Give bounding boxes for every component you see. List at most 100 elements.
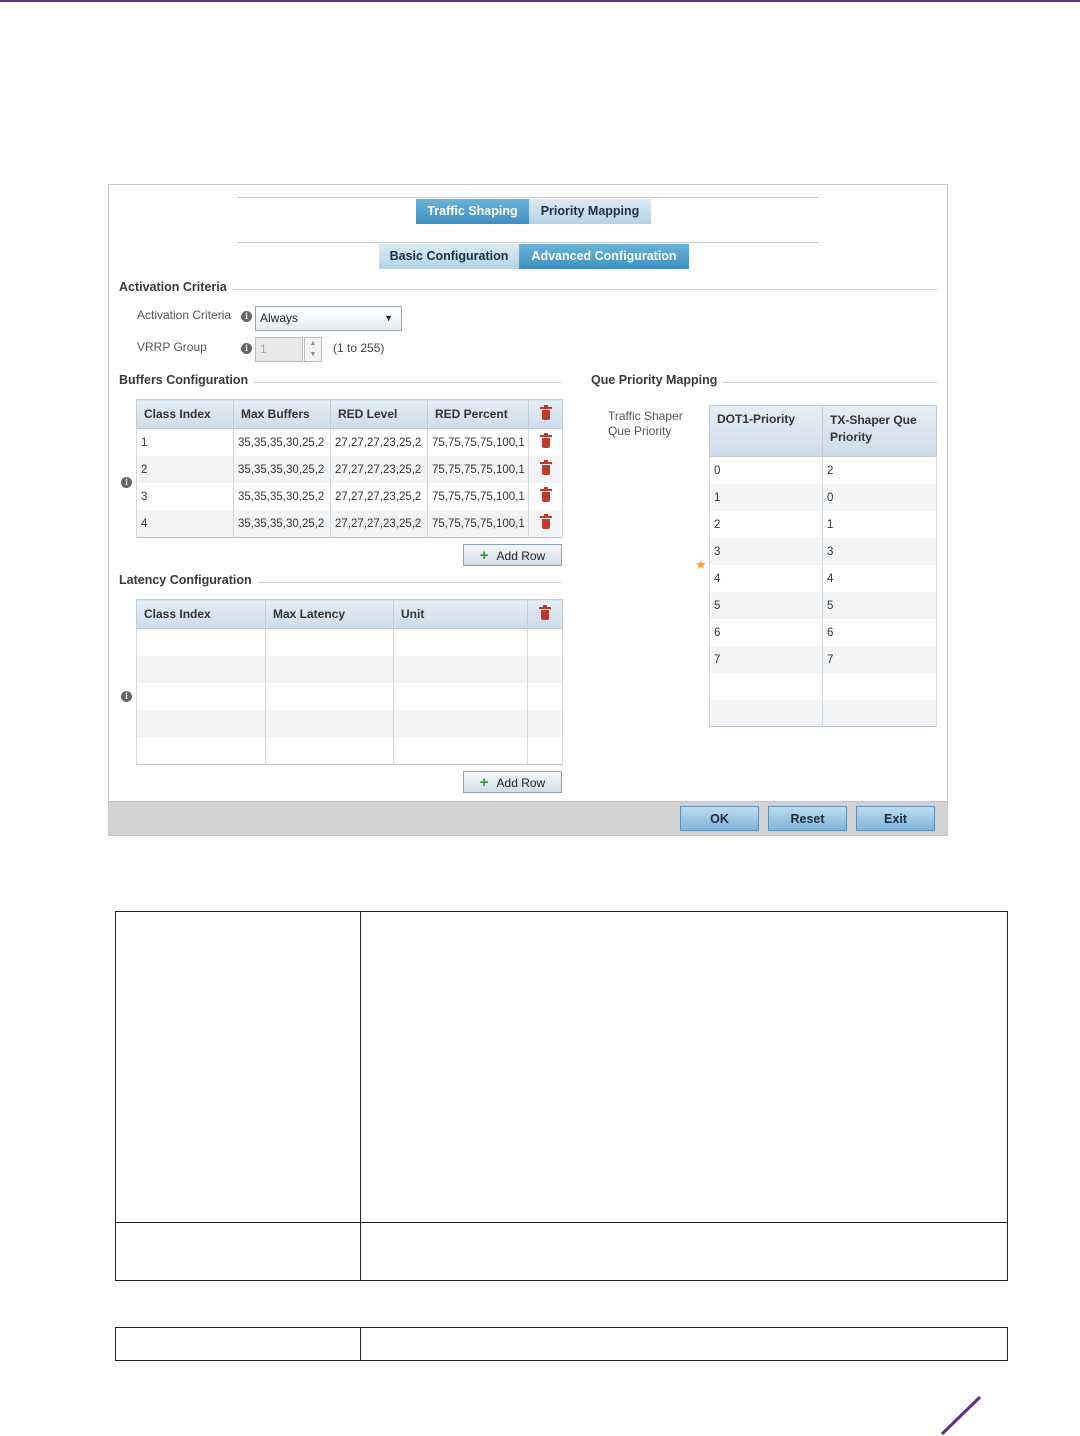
table-cell: 1 <box>709 484 823 511</box>
table-row <box>136 710 563 737</box>
table-cell[interactable]: 27,27,27,23,25,2 <box>330 483 428 510</box>
table-cell[interactable]: 35,35,35,30,25,2 <box>233 456 331 483</box>
table-row[interactable]: 1 35,35,35,30,25,2 27,27,27,23,25,2 75,7… <box>136 428 563 456</box>
delete-row-button[interactable] <box>528 510 563 538</box>
table-cell[interactable]: 27,27,27,23,25,2 <box>330 428 428 456</box>
vrrp-group-range: (1 to 255) <box>333 341 385 355</box>
table-cell[interactable]: 0 <box>822 484 937 511</box>
table-cell[interactable]: 35,35,35,30,25,2 <box>233 428 331 456</box>
table-row <box>136 683 563 710</box>
table-cell <box>115 1327 361 1361</box>
exit-button[interactable]: Exit <box>856 806 935 831</box>
table-cell: 0 <box>709 456 823 484</box>
vrrp-group-input[interactable]: 1 <box>255 337 303 362</box>
table-cell[interactable]: 75,75,75,75,100,1 <box>427 483 529 510</box>
delete-row-button[interactable] <box>528 483 563 510</box>
table-cell <box>115 1222 361 1281</box>
table-cell: 2 <box>136 456 234 483</box>
column-header[interactable]: Max Latency <box>265 599 394 629</box>
info-icon[interactable]: i <box>241 311 252 322</box>
traffic-shaper-que-priority-label: Traffic Shaper Que Priority <box>608 409 683 438</box>
tab-priority-mapping[interactable]: Priority Mapping <box>529 199 651 224</box>
column-header[interactable]: DOT1-Priority <box>709 405 823 457</box>
column-header[interactable]: TX-Shaper Que Priority <box>822 405 937 457</box>
trash-icon <box>539 604 551 620</box>
column-header[interactable]: RED Percent <box>427 399 529 429</box>
latency-configuration-title: Latency Configuration <box>119 573 258 587</box>
vrrp-group-label: VRRP Group <box>137 340 207 354</box>
activation-criteria-select[interactable]: Always ▼ <box>255 306 402 331</box>
tab-traffic-shaping[interactable]: Traffic Shaping <box>416 199 529 224</box>
table-cell[interactable]: 1 <box>822 511 937 538</box>
table-cell: 5 <box>709 592 823 619</box>
delete-row-button[interactable] <box>528 456 563 483</box>
tab-divider-top <box>237 197 819 198</box>
activation-criteria-title: Activation Criteria <box>119 280 233 294</box>
latency-table: Class Index Max Latency Unit <box>136 599 563 765</box>
table-row[interactable]: 4 35,35,35,30,25,2 27,27,27,23,25,2 75,7… <box>136 510 563 538</box>
table-row[interactable]: 77 <box>709 646 937 673</box>
table-cell[interactable]: 35,35,35,30,25,2 <box>233 483 331 510</box>
tab-divider-bottom <box>237 242 819 243</box>
delete-row-button[interactable] <box>528 428 563 456</box>
trash-icon <box>539 514 552 529</box>
column-header[interactable]: Class Index <box>136 399 234 429</box>
info-icon[interactable]: i <box>121 691 132 702</box>
column-header[interactable]: RED Level <box>330 399 428 429</box>
column-header[interactable]: Class Index <box>136 599 266 629</box>
table-row[interactable]: 55 <box>709 592 937 619</box>
table-row <box>136 628 563 656</box>
info-icon[interactable]: i <box>121 477 132 488</box>
table-cell[interactable]: 27,27,27,23,25,2 <box>330 510 428 538</box>
reset-label: Reset <box>790 812 825 826</box>
buffers-configuration-title: Buffers Configuration <box>119 373 255 387</box>
table-cell[interactable]: 27,27,27,23,25,2 <box>330 456 428 483</box>
reset-button[interactable]: Reset <box>768 806 847 831</box>
table-cell[interactable]: 75,75,75,75,100,1 <box>427 510 529 538</box>
column-header[interactable]: Max Buffers <box>233 399 331 429</box>
table-cell[interactable]: 6 <box>822 619 937 646</box>
exit-label: Exit <box>884 812 907 826</box>
table-row[interactable]: 2 35,35,35,30,25,2 27,27,27,23,25,2 75,7… <box>136 456 563 483</box>
table-cell[interactable]: 2 <box>822 456 937 484</box>
chevron-down-icon: ▼ <box>384 313 393 323</box>
table-row[interactable]: 3 35,35,35,30,25,2 27,27,27,23,25,2 75,7… <box>136 483 563 510</box>
table-cell: 7 <box>709 646 823 673</box>
table-cell: 3 <box>136 483 234 510</box>
activation-criteria-value: Always <box>260 311 299 325</box>
table-cell[interactable]: 75,75,75,75,100,1 <box>427 456 529 483</box>
add-row-label: Add Row <box>496 776 546 790</box>
table-cell[interactable]: 7 <box>822 646 937 673</box>
table-cell: 4 <box>136 510 234 538</box>
table-row <box>709 700 937 727</box>
info-icon[interactable]: i <box>241 343 252 354</box>
column-header[interactable]: Unit <box>393 599 528 629</box>
buffers-add-row-button[interactable]: + Add Row <box>463 544 562 566</box>
table-cell <box>360 1327 1008 1361</box>
tab-advanced-configuration[interactable]: Advanced Configuration <box>519 244 689 269</box>
table-cell[interactable]: 4 <box>822 565 937 592</box>
table-row[interactable]: 10 <box>709 484 937 511</box>
ok-button[interactable]: OK <box>680 806 759 831</box>
table-cell[interactable]: 3 <box>822 538 937 565</box>
table-cell[interactable]: 5 <box>822 592 937 619</box>
table-cell: 6 <box>709 619 823 646</box>
trash-icon <box>539 404 552 420</box>
delete-all-button[interactable] <box>527 599 563 629</box>
table-row[interactable]: 33 <box>709 538 937 565</box>
table-cell[interactable]: 35,35,35,30,25,2 <box>233 510 331 538</box>
buffers-table: Class Index Max Buffers RED Level RED Pe… <box>136 399 563 538</box>
vrrp-group-stepper[interactable]: ▲ ▼ <box>304 337 322 362</box>
que-priority-mapping-title: Que Priority Mapping <box>591 373 724 387</box>
table-row[interactable]: 44 <box>709 565 937 592</box>
required-star-icon: ★ <box>695 557 707 572</box>
table-row[interactable]: 21 <box>709 511 937 538</box>
table-row <box>136 656 563 683</box>
latency-add-row-button[interactable]: + Add Row <box>463 771 562 793</box>
trash-icon <box>539 433 552 448</box>
table-row[interactable]: 66 <box>709 619 937 646</box>
table-cell[interactable]: 75,75,75,75,100,1 <box>427 428 529 456</box>
delete-all-button[interactable] <box>528 399 563 429</box>
tab-basic-configuration[interactable]: Basic Configuration <box>379 244 519 269</box>
table-row[interactable]: 02 <box>709 456 937 484</box>
